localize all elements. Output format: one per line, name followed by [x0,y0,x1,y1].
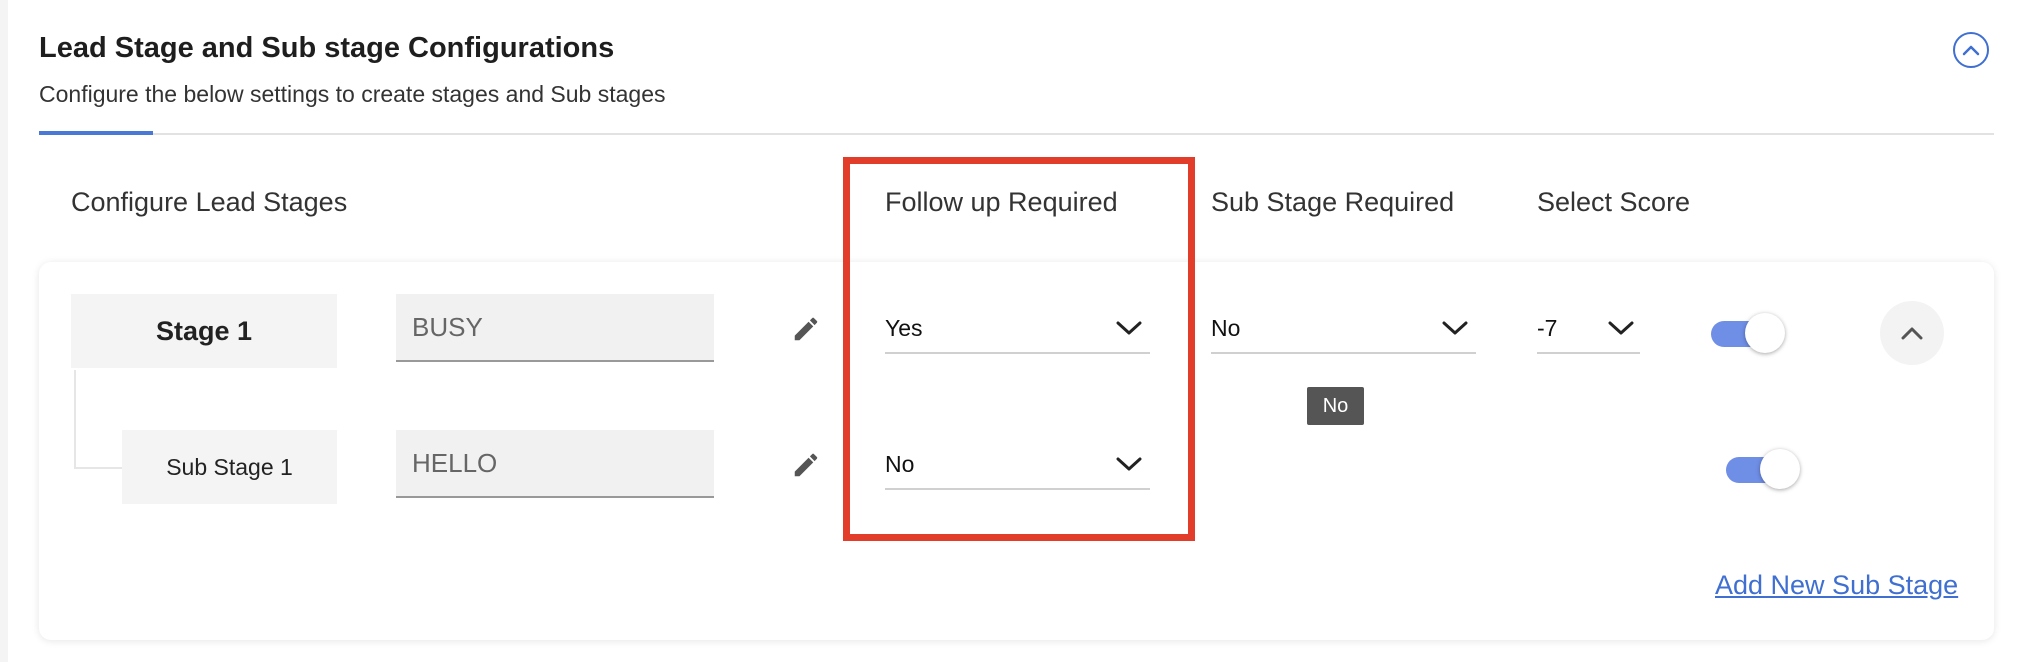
column-header-sub-stage: Sub Stage Required [1211,187,1455,217]
column-header-score: Select Score [1537,187,1691,217]
toggle-knob [1760,449,1800,489]
tree-connector-vertical [74,370,76,468]
section-subtitle: Configure the below settings to create s… [39,81,666,107]
stage-sub-stage-required-value: No [1211,314,1241,341]
highlight-box [843,157,1195,541]
stage-expand-button[interactable] [1880,301,1944,365]
column-header-configure: Configure Lead Stages [71,187,348,217]
pencil-icon [794,317,818,341]
section-title: Lead Stage and Sub stage Configurations [39,32,615,64]
chevron-down-icon [1608,321,1634,335]
add-new-sub-stage-link[interactable]: Add New Sub Stage [1715,570,1958,601]
edit-sub-stage-name-button[interactable] [791,450,821,480]
tooltip: No [1307,387,1364,425]
tree-connector-horizontal [74,467,122,469]
stage-score-value: -7 [1537,314,1558,341]
chevron-down-icon [1442,321,1468,335]
toggle-knob [1745,313,1785,353]
stage-sub-stage-required-select[interactable]: No [1211,304,1476,354]
stage-score-select[interactable]: -7 [1537,304,1640,354]
sub-stage-label: Sub Stage 1 [122,430,337,504]
sub-stage-enabled-toggle[interactable] [1726,447,1800,491]
chevron-up-circle-icon [1962,45,1980,56]
section-divider [39,133,1994,135]
sub-stage-name-input[interactable] [396,430,714,498]
stage-label: Stage 1 [71,294,337,368]
stage-enabled-toggle[interactable] [1711,311,1785,355]
edit-stage-name-button[interactable] [791,314,821,344]
pencil-icon [794,453,818,477]
collapse-section-button[interactable] [1953,32,1989,68]
section-divider-accent [39,131,153,135]
chevron-up-icon [1901,327,1923,340]
stage-name-input[interactable] [396,294,714,362]
